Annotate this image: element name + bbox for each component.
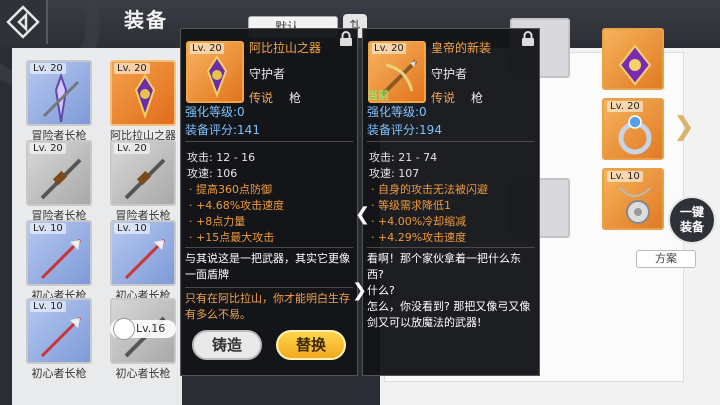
inventory-item[interactable]: Lv. 20 xyxy=(26,140,92,206)
avatar xyxy=(113,318,135,340)
inventory-item-label: 初心者长枪 xyxy=(31,367,87,380)
item-weapon-type: 枪 xyxy=(471,91,484,105)
bonus-stat: · +8点力量 xyxy=(189,215,246,228)
spear-icon xyxy=(40,316,82,358)
item-lore: 只有在阿比拉山，你才能明白生存有多么不易。 xyxy=(185,292,350,321)
lock-icon[interactable] xyxy=(339,31,353,47)
bonus-stat: · 等级需求降低1 xyxy=(371,199,451,212)
equip-score: 装备评分:194 xyxy=(367,123,442,137)
bonus-text: 提高360点防御 xyxy=(196,183,272,196)
bonus-stat: · +4.29%攻击速度 xyxy=(371,231,467,244)
slot-level: Lv. 10 xyxy=(607,171,643,182)
spear-icon xyxy=(134,74,156,120)
divider xyxy=(185,287,353,288)
attack-speed-stat: 攻速: 106 xyxy=(187,167,238,180)
chevron-right-icon[interactable]: ❯ xyxy=(673,112,695,142)
spear-icon xyxy=(124,158,166,200)
bonus-text: +4.29%攻击速度 xyxy=(378,231,467,244)
forge-button[interactable]: 铸造 xyxy=(192,330,262,360)
item-detail-card-selected: Lv. 20 阿比拉山之器 守护者 传说 枪 强化等级:0 装备评分:141 攻… xyxy=(180,28,358,376)
equip-all-label-1: 一键 xyxy=(679,205,704,219)
page-title: 装备 xyxy=(124,8,168,32)
item-rarity: 传说 xyxy=(249,91,274,105)
equip-all-button[interactable]: 一键 装备 xyxy=(668,196,716,244)
spear-icon xyxy=(206,55,228,98)
spear-icon xyxy=(42,73,80,123)
divider xyxy=(367,247,535,248)
inventory-item[interactable]: Lv. 20 xyxy=(110,60,176,126)
bonus-stat: · 自身的攻击无法被闪避 xyxy=(371,183,488,196)
inventory-item[interactable]: Lv. 10 xyxy=(110,220,176,286)
item-class: 守护者 xyxy=(249,67,286,81)
chevron-left-icon[interactable]: ❮ xyxy=(355,204,370,225)
slot-level: Lv. 20 xyxy=(607,101,643,112)
item-description: 看啊！那个家伙拿着一把什么东西? 什么? 怎么，你没看到? 那把又像弓又像剑又可… xyxy=(367,252,531,329)
enhance-level: 强化等级:0 xyxy=(367,105,427,119)
attack-stat: 攻击: 12 - 16 xyxy=(187,151,256,164)
attack-speed-stat: 攻速: 107 xyxy=(369,167,420,180)
enhance-level: 强化等级:0 xyxy=(185,105,245,119)
equip-slot-ring[interactable]: Lv. 20 xyxy=(602,98,664,160)
inventory-item[interactable]: Lv. 20 xyxy=(26,60,92,126)
item-detail-card-equipped: Lv. 20 皇帝的新装 守护者 传说 枪 当前 强化等级:0 装备评分:194… xyxy=(362,28,540,376)
bonus-text: +15点最大攻击 xyxy=(196,231,275,244)
spear-icon xyxy=(40,158,82,200)
item-thumbnail: Lv. 20 xyxy=(186,41,244,103)
bonus-text: +4.00%冷却缩减 xyxy=(378,215,467,228)
divider xyxy=(185,141,353,142)
lock-icon[interactable] xyxy=(521,31,535,47)
amulet-icon xyxy=(619,187,651,224)
back-diamond-icon xyxy=(6,5,40,39)
item-name: 阿比拉山之器 xyxy=(249,41,322,55)
item-level: Lv. 20 xyxy=(190,43,224,54)
bonus-text: +8点力量 xyxy=(196,215,246,228)
equip-score: 装备评分:141 xyxy=(185,123,260,137)
spear-icon xyxy=(40,238,82,280)
scheme-button[interactable]: 方案 xyxy=(636,250,696,268)
item-rarity: 传说 xyxy=(431,91,456,105)
back-button[interactable] xyxy=(0,0,48,44)
item-weapon-type: 枪 xyxy=(289,91,302,105)
inventory-item[interactable]: Lv. 10 xyxy=(26,298,92,364)
item-level: Lv. 20 xyxy=(372,43,406,54)
bonus-stat: · 提高360点防御 xyxy=(189,183,272,196)
inventory-item[interactable]: Lv. 10 xyxy=(26,220,92,286)
inventory-item[interactable]: Lv. 20 xyxy=(110,140,176,206)
bonus-text: 等级需求降低1 xyxy=(378,199,451,212)
chevron-right-icon[interactable]: ❯ xyxy=(352,280,367,301)
item-class: 守护者 xyxy=(431,67,468,81)
current-equipped-tag: 当前 xyxy=(367,89,389,102)
item-name: 皇帝的新装 xyxy=(431,41,492,55)
divider xyxy=(185,247,353,248)
bonus-text: 自身的攻击无法被闪避 xyxy=(378,183,488,196)
bonus-stat: · +15点最大攻击 xyxy=(189,231,275,244)
equip-slot-accessory[interactable] xyxy=(602,28,664,90)
item-description: 与其说这是一把武器，其实它更像一面盾牌 xyxy=(185,252,350,281)
ring-icon xyxy=(618,115,652,155)
bonus-text: +4.68%攻击速度 xyxy=(196,199,285,212)
bonus-stat: · +4.00%冷却缩减 xyxy=(371,215,467,228)
replace-button[interactable]: 替换 xyxy=(276,330,346,360)
equip-slot-amulet[interactable]: Lv. 10 xyxy=(602,168,664,230)
bonus-stat: · +4.68%攻击速度 xyxy=(189,199,285,212)
inventory-item-label: 初心者长枪 xyxy=(115,367,171,380)
divider xyxy=(367,141,535,142)
spear-icon xyxy=(124,238,166,280)
crown-icon xyxy=(618,44,652,86)
equip-all-label-2: 装备 xyxy=(679,220,704,234)
attack-stat: 攻击: 21 - 74 xyxy=(369,151,438,164)
